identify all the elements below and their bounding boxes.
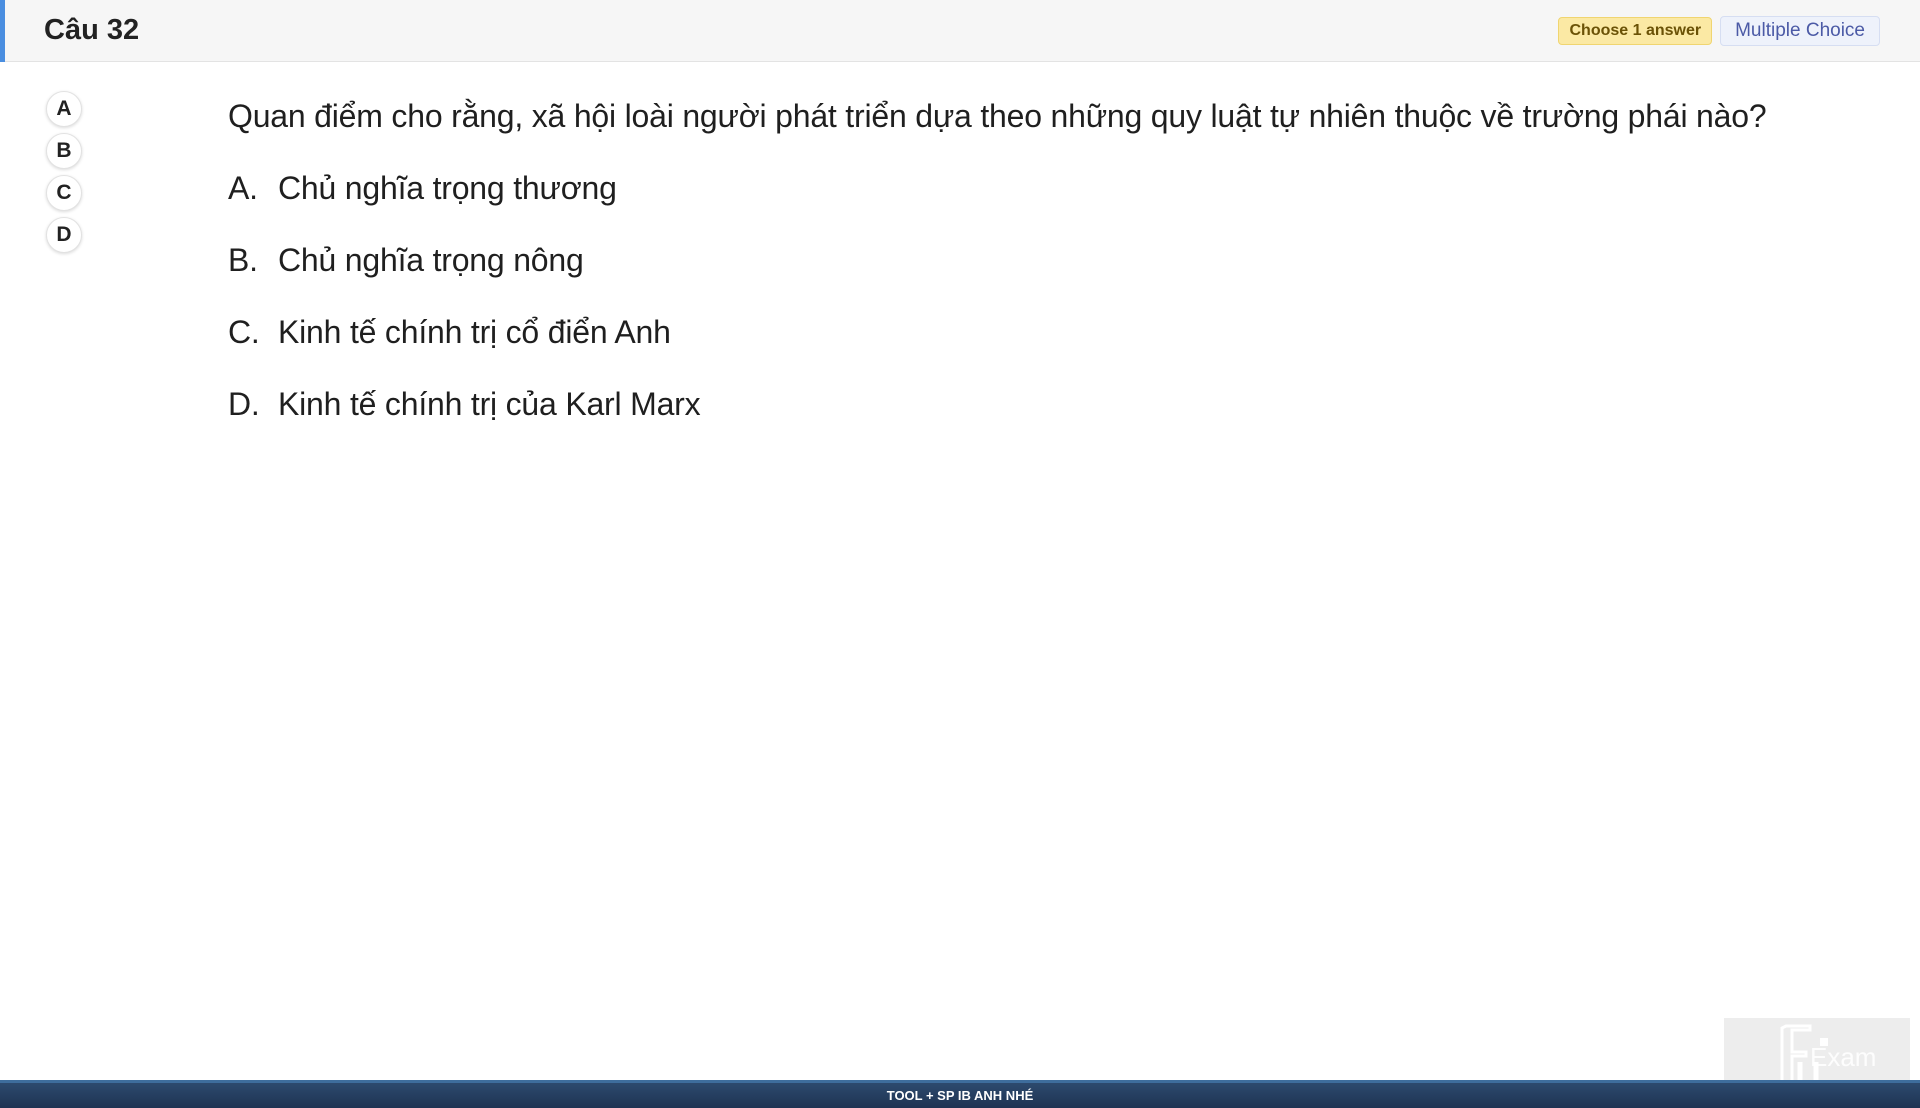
question-type-badge: Multiple Choice bbox=[1720, 16, 1880, 46]
footer-text: TOOL + SP IB ANH NHÉ bbox=[886, 1088, 1034, 1103]
option-c-letter: C. bbox=[228, 314, 260, 350]
option-list: A. Chủ nghĩa trọng thương B. Chủ nghĩa trọ… bbox=[228, 166, 701, 454]
option-d-letter: D. bbox=[228, 386, 260, 422]
answer-button-a[interactable]: A bbox=[46, 91, 82, 127]
question-number-title: Câu 32 bbox=[44, 14, 140, 46]
exam-app: Câu 32 Choose 1 answer Multiple Choice A… bbox=[0, 0, 1920, 1108]
option-a-text: Chủ nghĩa trọng thương bbox=[278, 170, 617, 206]
answer-button-d[interactable]: D bbox=[46, 217, 82, 253]
option-c-text: Kinh tế chính trị cổ điển Anh bbox=[278, 314, 671, 350]
question-text: Quan điểm cho rằng, xã hội loài người ph… bbox=[228, 98, 1767, 134]
svg-text:Exam: Exam bbox=[1810, 1042, 1876, 1072]
option-a-letter: A. bbox=[228, 170, 258, 206]
option-d-text: Kinh tế chính trị của Karl Marx bbox=[278, 386, 701, 422]
option-d: D. Kinh tế chính trị của Karl Marx bbox=[228, 382, 701, 454]
option-b-text: Chủ nghĩa trọng nông bbox=[278, 242, 584, 278]
answer-button-c[interactable]: C bbox=[46, 175, 82, 211]
choose-one-badge: Choose 1 answer bbox=[1558, 17, 1713, 45]
option-c: C. Kinh tế chính trị cổ điển Anh bbox=[228, 310, 700, 382]
option-b-letter: B. bbox=[228, 242, 258, 278]
question-header: Câu 32 Choose 1 answer Multiple Choice bbox=[0, 0, 1920, 62]
answer-selector: A B C D bbox=[46, 91, 82, 253]
question-badges: Choose 1 answer Multiple Choice bbox=[1558, 16, 1880, 46]
answer-button-b[interactable]: B bbox=[46, 133, 82, 169]
option-b: B. Chủ nghĩa trọng nông bbox=[228, 238, 700, 310]
option-a: A. Chủ nghĩa trọng thương bbox=[228, 166, 700, 238]
footer-bar: TOOL + SP IB ANH NHÉ bbox=[0, 1080, 1920, 1108]
header-accent-bar bbox=[0, 0, 5, 62]
